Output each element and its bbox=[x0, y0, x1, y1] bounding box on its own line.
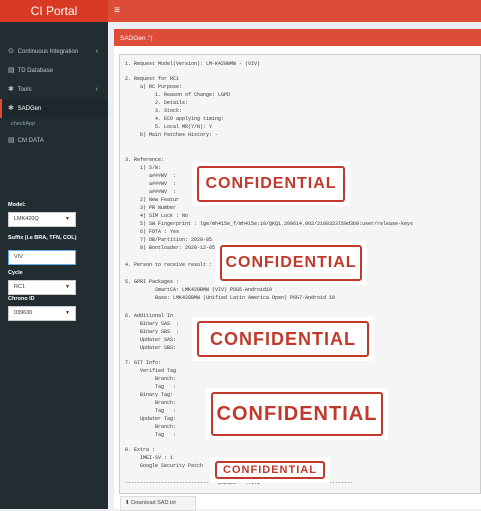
output-line: b) Main Patches History: - bbox=[125, 132, 219, 138]
output-line: Updater SAS: bbox=[125, 337, 177, 343]
output-line: 5. Local MR(Y/N): Y bbox=[125, 124, 213, 130]
output-line: Base: LMK420BMW (Unified Latin America O… bbox=[125, 295, 336, 301]
main-content: SADGen :'( 1. Request Model(Version): LM… bbox=[108, 22, 481, 511]
sidebar-item-label: TD Database bbox=[17, 68, 53, 74]
model-group: Model: LMK420Q ▼ bbox=[8, 202, 103, 227]
sidebar-item-checkapp[interactable]: checkApp bbox=[0, 118, 108, 131]
caret-down-icon: ▼ bbox=[65, 284, 70, 290]
model-value: LMK420Q bbox=[14, 216, 39, 222]
confidential-stamp: CONFIDENTIAL bbox=[192, 317, 374, 361]
model-label: Model: bbox=[8, 202, 26, 208]
chevron-left-icon: ‹ bbox=[95, 86, 98, 93]
suffix-label: Suffix (i.e BRA, TFN, COL) bbox=[8, 235, 77, 241]
sidebar-item-sadgen[interactable]: ✱ SADGen bbox=[0, 99, 108, 118]
sidebar-item-tools[interactable]: ✱ Tools ‹ bbox=[0, 80, 108, 99]
output-line: a###WV : bbox=[125, 181, 177, 187]
confidential-stamp: CONFIDENTIAL bbox=[206, 388, 388, 440]
output-line: 7) DB/Partition: 2020-05 bbox=[125, 237, 213, 243]
output-line: a) RC Purpose: bbox=[125, 84, 183, 90]
output-line: 3. Stock: bbox=[125, 108, 183, 114]
download-icon: ⬇ bbox=[125, 500, 130, 506]
confidential-stamp: CONFIDENTIAL bbox=[210, 457, 330, 483]
output-line: 8) Bootloader: 2020-12-05 bbox=[125, 245, 216, 251]
sad-output: 1. Request Model(Version): LM-K420BMW - … bbox=[119, 54, 481, 494]
output-line: Binary Tag: bbox=[125, 392, 174, 398]
output-line: SmartCA: LMK420BMW (VIV) P6G5-Android10 bbox=[125, 287, 273, 293]
output-line: 3) PR Number bbox=[125, 205, 177, 211]
output-line: Tag : bbox=[125, 432, 177, 438]
wrench-icon: ✱ bbox=[8, 86, 14, 93]
suffix-input[interactable] bbox=[8, 249, 76, 265]
app-title[interactable]: CI Portal bbox=[0, 0, 108, 22]
output-line: Tag : bbox=[125, 408, 177, 414]
output-line: Google Security Patch bbox=[125, 463, 204, 469]
output-line: Updater Tag: bbox=[125, 416, 177, 422]
sidebar-item-cm-data[interactable]: ▤ CM DATA bbox=[0, 131, 108, 150]
download-label: Download SAD.txt bbox=[131, 500, 176, 506]
output-line: 1) S/W: bbox=[125, 165, 162, 171]
sidebar: ⊙ Continuous Integration ‹ ▤ TD Database… bbox=[0, 22, 108, 509]
output-line: 5. GPRI Packages : bbox=[125, 279, 180, 285]
sidebar-item-td-database[interactable]: ▤ TD Database bbox=[0, 61, 108, 80]
output-line: 4. ECO applying timing: bbox=[125, 116, 225, 122]
database-icon: ▤ bbox=[8, 67, 15, 74]
chrono-select[interactable]: 039630 ▼ bbox=[8, 306, 76, 321]
output-line: a###WV : bbox=[125, 189, 177, 195]
output-line: Binary SAS : bbox=[125, 321, 180, 327]
gears-icon: ✱ bbox=[8, 105, 14, 112]
output-line: 4) SIM Lock : No bbox=[125, 213, 189, 219]
hamburger-icon[interactable]: ≡ bbox=[110, 0, 124, 22]
output-line: 1. Reason of Change: LGPD bbox=[125, 92, 231, 98]
output-line: Branch: bbox=[125, 376, 177, 382]
sadgen-box: SADGen :'( 1. Request Model(Version): LM… bbox=[114, 29, 481, 511]
sidebar-item-label: checkApp bbox=[11, 121, 36, 127]
confidential-stamp: CONFIDENTIAL bbox=[192, 162, 350, 206]
cycle-group: Cycle RC1 ▼ bbox=[8, 270, 103, 295]
sidebar-item-label: Continuous Integration bbox=[17, 49, 79, 55]
output-line: 2. Details: bbox=[125, 100, 189, 106]
confidential-stamp: CONFIDENTIAL bbox=[215, 241, 367, 285]
output-line: IMEI-SV : 1 bbox=[125, 455, 174, 461]
chrono-value: 039630 bbox=[14, 310, 33, 316]
database-icon: ▤ bbox=[8, 137, 15, 144]
output-line: Updater SBS: bbox=[125, 345, 177, 351]
cycle-label: Cycle bbox=[8, 270, 23, 276]
output-line: Binary SBS : bbox=[125, 329, 180, 335]
sidebar-item-continuous-integration[interactable]: ⊙ Continuous Integration ‹ bbox=[0, 42, 108, 61]
chrono-label: Chrono ID bbox=[8, 296, 35, 302]
suffix-group: Suffix (i.e BRA, TFN, COL) bbox=[8, 235, 103, 265]
sidebar-item-label: SADGen bbox=[17, 106, 42, 112]
cycle-value: RC1 bbox=[14, 284, 26, 290]
cycle-select[interactable]: RC1 ▼ bbox=[8, 280, 76, 295]
sidebar-nav: ⊙ Continuous Integration ‹ ▤ TD Database… bbox=[0, 22, 108, 150]
sidebar-item-label: CM DATA bbox=[17, 138, 44, 144]
chevron-left-icon: ‹ bbox=[95, 48, 98, 55]
box-title: SADGen :'( bbox=[114, 32, 481, 46]
caret-down-icon: ▼ bbox=[65, 216, 70, 222]
output-line: 4. Person to receive result : bbox=[125, 262, 213, 268]
dashboard-icon: ⊙ bbox=[8, 48, 14, 55]
output-line: Tag : bbox=[125, 384, 177, 390]
output-line: 2. Request for RC1 bbox=[125, 76, 180, 82]
output-line: Branch: bbox=[125, 424, 177, 430]
output-line: 3. Reference: bbox=[125, 157, 165, 163]
chrono-group: Chrono ID 039630 ▼ bbox=[8, 296, 103, 321]
output-line: 2) New Featur bbox=[125, 197, 180, 203]
output-line: 6) FOTA : Yes bbox=[125, 229, 180, 235]
top-navbar: CI Portal ≡ bbox=[0, 0, 481, 22]
output-line: Verified Tag bbox=[125, 368, 177, 374]
output-line: 8. Extra : bbox=[125, 447, 156, 453]
output-line: 6. Additional In bbox=[125, 313, 174, 319]
output-line: a###WV : bbox=[125, 173, 177, 179]
output-line: 7. GIT Info: bbox=[125, 360, 162, 366]
output-line: 5) SW Fingerprint : lge/mh415e_f/mh415e:… bbox=[125, 221, 414, 227]
caret-down-icon: ▼ bbox=[65, 310, 70, 316]
output-line: 1. Request Model(Version): LM-K420BMW - … bbox=[125, 61, 261, 67]
output-line: Branch: bbox=[125, 400, 177, 406]
model-select[interactable]: LMK420Q ▼ bbox=[8, 212, 76, 227]
sidebar-item-label: Tools bbox=[17, 87, 32, 93]
